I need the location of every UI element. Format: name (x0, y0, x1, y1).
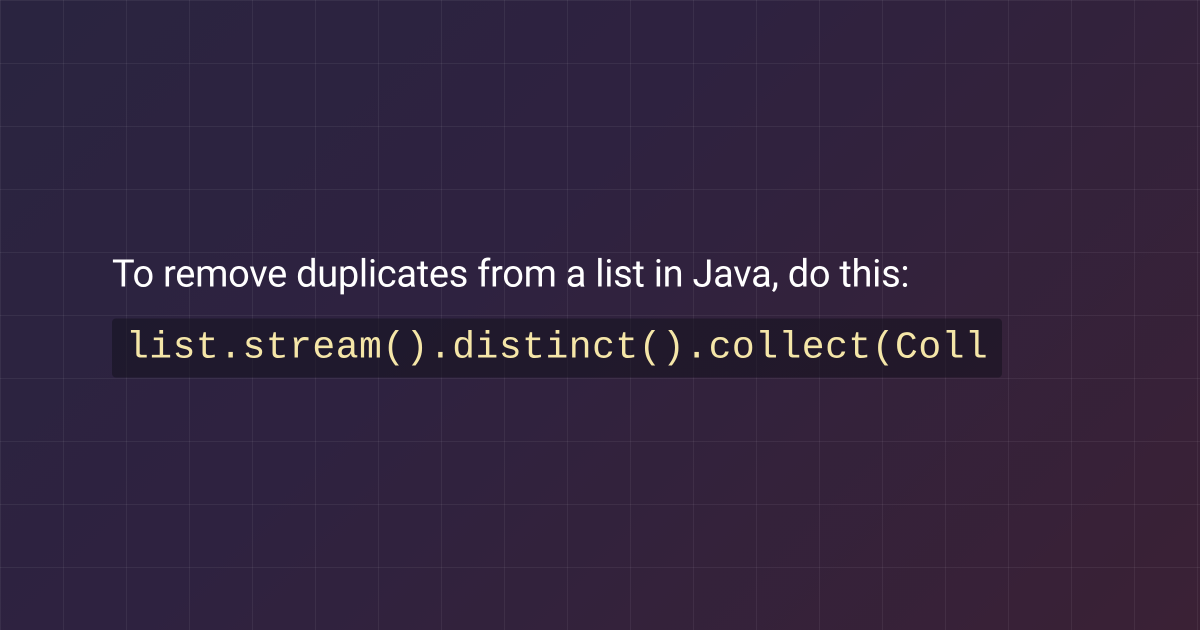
content-container: To remove duplicates from a list in Java… (0, 253, 1200, 378)
description-text: To remove duplicates from a list in Java… (112, 253, 1200, 297)
code-block: list.stream().distinct().collect(Coll (112, 319, 1002, 378)
